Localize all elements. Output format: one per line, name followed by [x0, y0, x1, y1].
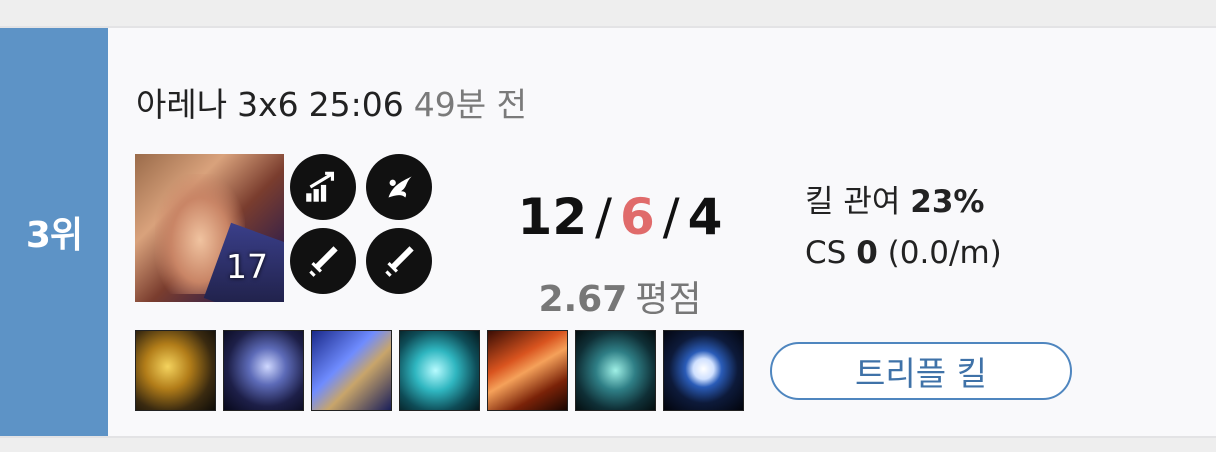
kill-participation-value: 23%: [910, 184, 985, 220]
match-card[interactable]: 3위 아레나 3x6 25:06 49분 전 17 12/6/4 2.67 평점 킬 관…: [0, 26, 1216, 438]
item-list: [135, 330, 744, 411]
flash-icon[interactable]: [366, 154, 432, 220]
match-header: 아레나 3x6 25:06 49분 전: [136, 78, 537, 126]
sword-strike-icon[interactable]: [290, 228, 356, 294]
spectral-trident-item[interactable]: [575, 330, 656, 411]
kda-score: 12/6/4: [440, 188, 800, 246]
cs-per-minute: (0.0/m): [887, 235, 1002, 271]
time-ago: 49분 전: [413, 85, 527, 124]
flame-gauntlet-item[interactable]: [487, 330, 568, 411]
kda-separator: /: [595, 188, 612, 246]
sword-strike-icon[interactable]: [366, 228, 432, 294]
augment-boost-icon[interactable]: [290, 154, 356, 220]
kda-separator: /: [662, 188, 680, 246]
blue-crossbow-item[interactable]: [311, 330, 392, 411]
champion-portrait[interactable]: 17: [135, 154, 284, 302]
game-duration: 25:06: [308, 85, 404, 124]
creep-score: CS 0 (0.0/m): [805, 235, 1002, 271]
kill-participation: 킬 관여 23%: [805, 176, 984, 221]
game-mode: 아레나: [136, 85, 228, 124]
stealth-ward-eye-item[interactable]: [663, 330, 744, 411]
dark-wing-item[interactable]: [223, 330, 304, 411]
rating-unit: 평점: [635, 279, 702, 320]
champion-level: 17: [226, 247, 268, 286]
rating-value: 2.67: [538, 279, 628, 320]
kill-participation-label: 킬 관여: [805, 184, 901, 220]
teal-katana-item[interactable]: [399, 330, 480, 411]
kda-rating: 2.67 평점: [440, 270, 800, 322]
assists: 4: [687, 188, 723, 246]
multikill-badge: 트리플 킬: [770, 342, 1072, 400]
kills: 12: [517, 188, 588, 246]
team-size: 3x6: [237, 85, 299, 124]
cs-value: 0: [856, 235, 878, 271]
cs-label: CS: [805, 235, 847, 271]
golden-blade-item[interactable]: [135, 330, 216, 411]
rank-bar: 3위: [0, 28, 108, 436]
multikill-label: 트리플 킬: [855, 354, 987, 393]
rank-label: 3위: [25, 215, 83, 256]
deaths: 6: [620, 188, 655, 246]
